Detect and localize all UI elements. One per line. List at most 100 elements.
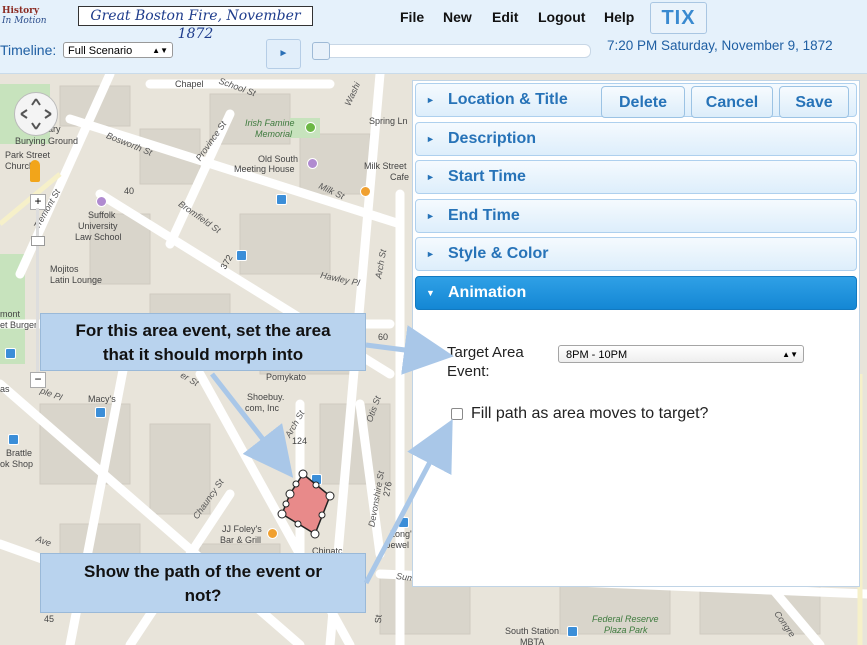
target-area-label: Target Area Event: xyxy=(447,343,524,381)
midpoint-handle xyxy=(282,500,290,508)
section-animation[interactable]: ▼ Animation xyxy=(415,276,857,310)
tools-icon: TIX xyxy=(661,7,696,29)
map-label-old-south: Old South xyxy=(258,154,299,164)
section-label: Description xyxy=(448,130,537,147)
shopping-icon xyxy=(8,434,19,445)
map-label-et-burger: et Burger xyxy=(0,320,38,330)
scenario-title: Great Boston Fire, November 1872 xyxy=(78,6,313,42)
map-label-124: 124 xyxy=(292,436,308,446)
callout-target-area: For this area event, set the area that i… xyxy=(40,313,366,371)
map-label-mont: mont xyxy=(0,309,21,319)
midpoint-handle xyxy=(294,520,302,528)
menu-new[interactable]: New xyxy=(443,9,472,25)
collapsed-triangle-icon: ► xyxy=(426,211,435,221)
map-label-plaza-park: Plaza Park xyxy=(604,625,648,635)
menu-file[interactable]: File xyxy=(400,9,424,25)
map-label-meeting-house: Meeting House xyxy=(234,164,295,174)
vertex-handle xyxy=(277,509,287,519)
section-label: Location & Title xyxy=(448,91,568,108)
vertex-handle xyxy=(310,529,320,539)
collapsed-triangle-icon: ► xyxy=(426,249,435,259)
menu-edit[interactable]: Edit xyxy=(492,9,518,25)
logo-line1: History xyxy=(2,6,40,16)
app-header: History In Motion Great Boston Fire, Nov… xyxy=(0,0,867,74)
target-area-select-value: 8PM - 10PM xyxy=(566,349,628,361)
map-label-as: as xyxy=(0,384,10,394)
map-label-brattle: Brattle xyxy=(6,448,33,458)
zoom-slider-track[interactable] xyxy=(36,208,39,372)
scenario-select-value: Full Scenario xyxy=(68,45,133,57)
map-label-book-shop: ok Shop xyxy=(0,459,34,469)
map-label-40: 40 xyxy=(124,186,135,196)
scenario-select[interactable]: Full Scenario ▲▼ xyxy=(63,42,173,58)
section-label: Start Time xyxy=(448,168,526,185)
pan-arrows-icon xyxy=(20,98,52,130)
shopping-icon xyxy=(95,407,106,418)
current-datetime: 7:20 PM Saturday, November 9, 1872 xyxy=(607,38,833,53)
map-label-latin-lounge: Latin Lounge xyxy=(50,275,103,285)
timeline-slider-handle[interactable] xyxy=(312,42,330,60)
map-label-university: University xyxy=(78,221,118,231)
area-event-polygon[interactable] xyxy=(270,464,340,544)
callout-text-line1: Show the path of the event or xyxy=(83,562,322,581)
target-area-select[interactable]: 8PM - 10PM ▲▼ xyxy=(558,345,804,363)
university-icon xyxy=(96,196,107,207)
map-label-shoebuy: Shoebuy. xyxy=(247,392,285,402)
target-area-label-line1: Target Area xyxy=(447,344,524,361)
event-editor-panel: ► Location & Title Delete Cancel Save ► … xyxy=(412,80,860,587)
map-label-pomykato: Pomykato xyxy=(266,372,307,382)
map-label-irish-famine: Irish Famine xyxy=(245,118,295,128)
transit-icon xyxy=(236,250,247,261)
cancel-button[interactable]: Cancel xyxy=(691,86,773,118)
map-label-60: 60 xyxy=(378,332,389,342)
section-end-time[interactable]: ► End Time xyxy=(415,199,857,233)
zoom-slider-knob[interactable] xyxy=(31,236,45,246)
map-label-burying-ground: Burying Ground xyxy=(15,136,79,146)
save-button[interactable]: Save xyxy=(779,86,849,118)
map-label-suffolk: Suffolk xyxy=(88,210,116,220)
vertex-handle xyxy=(285,489,295,499)
midpoint-handle xyxy=(318,511,326,519)
history-in-motion-logo[interactable]: History In Motion xyxy=(2,6,52,34)
map-label-milk-street: Milk Street xyxy=(364,161,407,171)
map-label-jewel: Jewel xyxy=(386,540,410,550)
tools-button[interactable]: TIX xyxy=(650,2,707,34)
callout-text-line2: not? xyxy=(184,586,222,605)
shopping-icon xyxy=(398,517,409,528)
map-label-spring-ln: Spring Ln xyxy=(369,116,408,126)
timeline-slider[interactable] xyxy=(314,44,591,58)
delete-button[interactable]: Delete xyxy=(601,86,685,118)
timeline-label: Timeline: xyxy=(0,42,57,58)
collapsed-triangle-icon: ► xyxy=(426,134,435,144)
vertex-handle xyxy=(325,491,335,501)
street-view-pegman-icon[interactable] xyxy=(30,160,40,182)
park-icon xyxy=(305,122,316,133)
select-arrows-icon: ▲▼ xyxy=(782,350,798,359)
section-description[interactable]: ► Description xyxy=(415,122,857,156)
map-label-memorial: Memorial xyxy=(255,129,293,139)
map-label-federal-reserve: Federal Reserve xyxy=(592,614,659,624)
menu-help[interactable]: Help xyxy=(604,9,634,25)
fill-path-checkbox[interactable] xyxy=(451,408,463,420)
target-area-label-line2: Event: xyxy=(447,363,490,380)
transit-icon xyxy=(5,348,16,359)
transit-icon xyxy=(567,626,578,637)
map-label-south-station: South Station xyxy=(505,626,560,636)
section-label: Style & Color xyxy=(448,245,549,262)
map-label-macys: Macy's xyxy=(88,394,116,404)
menu-logout[interactable]: Logout xyxy=(538,9,585,25)
play-button[interactable]: ► xyxy=(266,39,301,69)
section-start-time[interactable]: ► Start Time xyxy=(415,160,857,194)
callout-fill-path: Show the path of the event or not? xyxy=(40,553,366,613)
logo-line2: In Motion xyxy=(2,16,47,26)
transit-icon xyxy=(276,194,287,205)
map-label-arch-st-lower: St xyxy=(372,614,384,624)
section-style-color[interactable]: ► Style & Color xyxy=(415,237,857,271)
expanded-triangle-icon: ▼ xyxy=(426,288,435,298)
map-label-45: 45 xyxy=(44,614,55,624)
zoom-out-button[interactable]: − xyxy=(30,372,46,388)
map-label-bar-grill: Bar & Grill xyxy=(220,535,262,545)
map-pan-control[interactable] xyxy=(14,92,58,136)
callout-text-line1: For this area event, set the area xyxy=(75,321,331,340)
midpoint-handle xyxy=(292,480,300,488)
